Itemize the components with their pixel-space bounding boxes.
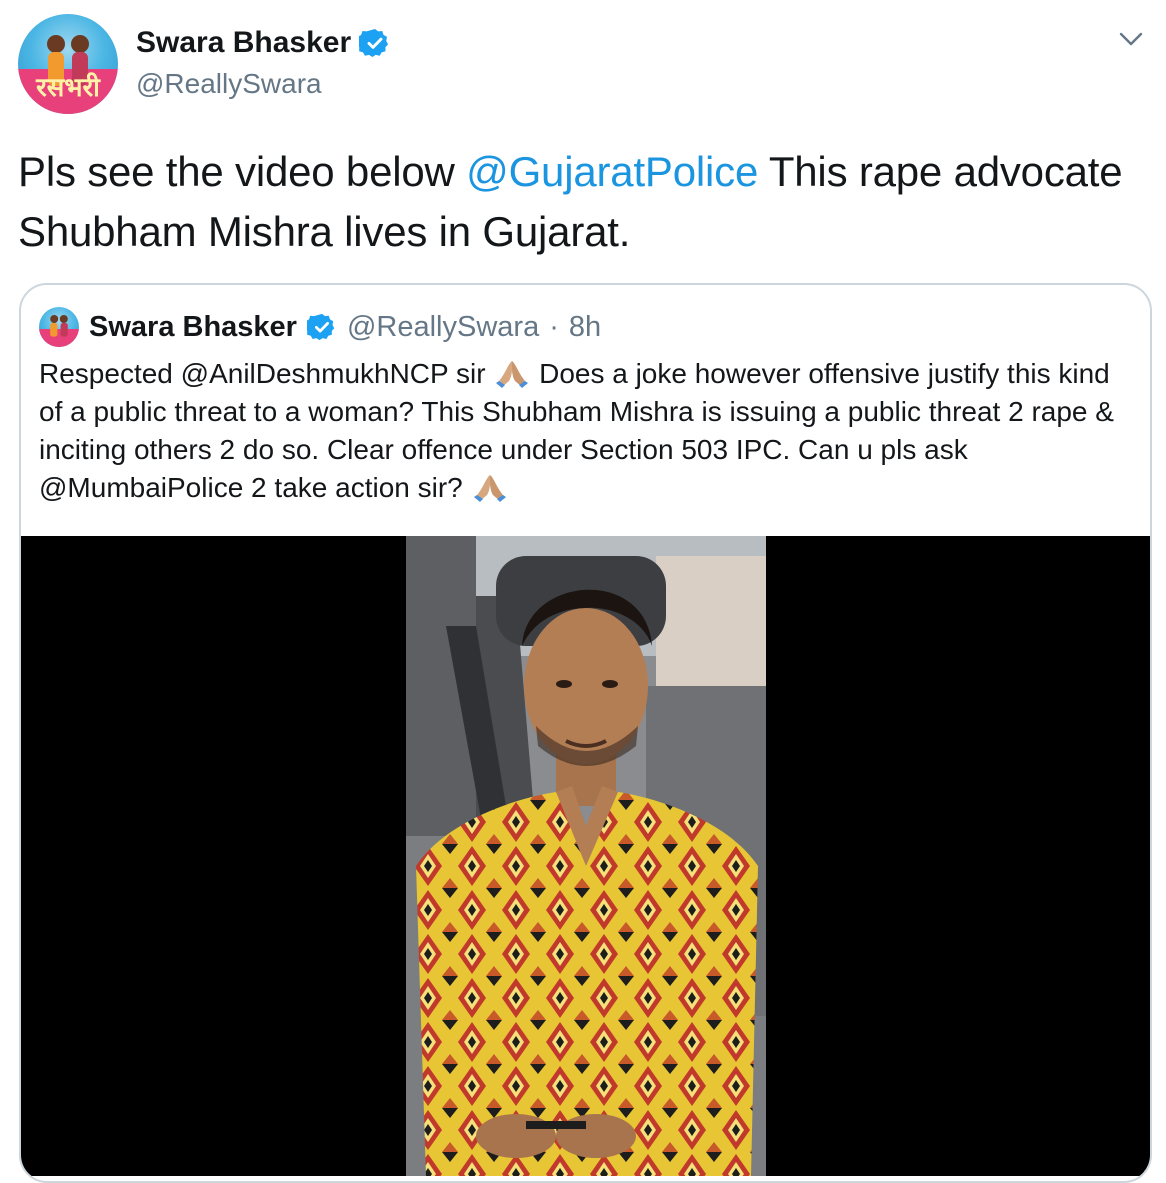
author-name[interactable]: Swara Bhasker <box>136 24 351 62</box>
quoted-text-part: 2 take action sir? <box>243 472 471 503</box>
quoted-tweet-text: Respected @AnilDeshmukhNCP sir Does a jo… <box>39 355 1139 507</box>
quoted-author-avatar <box>39 307 79 347</box>
quoted-text-part: sir <box>448 358 494 389</box>
video-frame[interactable] <box>406 536 766 1176</box>
folded-hands-emoji-icon <box>471 471 509 503</box>
folded-hands-emoji-icon <box>493 357 531 389</box>
author-info: Swara Bhasker @ReallySwara <box>136 24 391 104</box>
quoted-mention: @AnilDeshmukhNCP <box>180 358 449 389</box>
tweet-text-part: Pls see the video below <box>18 148 467 195</box>
author-name-row[interactable]: Swara Bhasker <box>136 24 391 62</box>
author-avatar[interactable]: रसभरी <box>18 14 118 114</box>
quoted-tweet-time: 8h <box>568 311 602 343</box>
meta-separator: · <box>549 311 559 343</box>
quoted-author-handle: @ReallySwara <box>346 311 540 343</box>
verified-badge-icon <box>356 27 391 59</box>
mention-link[interactable]: @GujaratPolice <box>466 148 758 195</box>
svg-text:रसभरी: रसभरी <box>35 72 101 103</box>
tweet: रसभरी Swara Bhasker @ReallySwara Pls see… <box>0 0 1166 1183</box>
verified-badge-icon <box>304 312 337 342</box>
quoted-tweet[interactable]: Swara Bhasker @ReallySwara · 8h Respecte… <box>19 283 1152 1183</box>
quoted-mention: @MumbaiPolice <box>39 472 244 503</box>
author-handle[interactable]: @ReallySwara <box>136 64 391 104</box>
quoted-text-part: Respected <box>39 358 181 389</box>
video-player[interactable] <box>21 536 1150 1176</box>
quoted-tweet-header: Swara Bhasker @ReallySwara · 8h <box>39 307 601 347</box>
tweet-text: Pls see the video below @GujaratPolice T… <box>18 142 1138 262</box>
quoted-author-name: Swara Bhasker <box>89 311 297 343</box>
chevron-down-icon[interactable] <box>1116 24 1146 54</box>
